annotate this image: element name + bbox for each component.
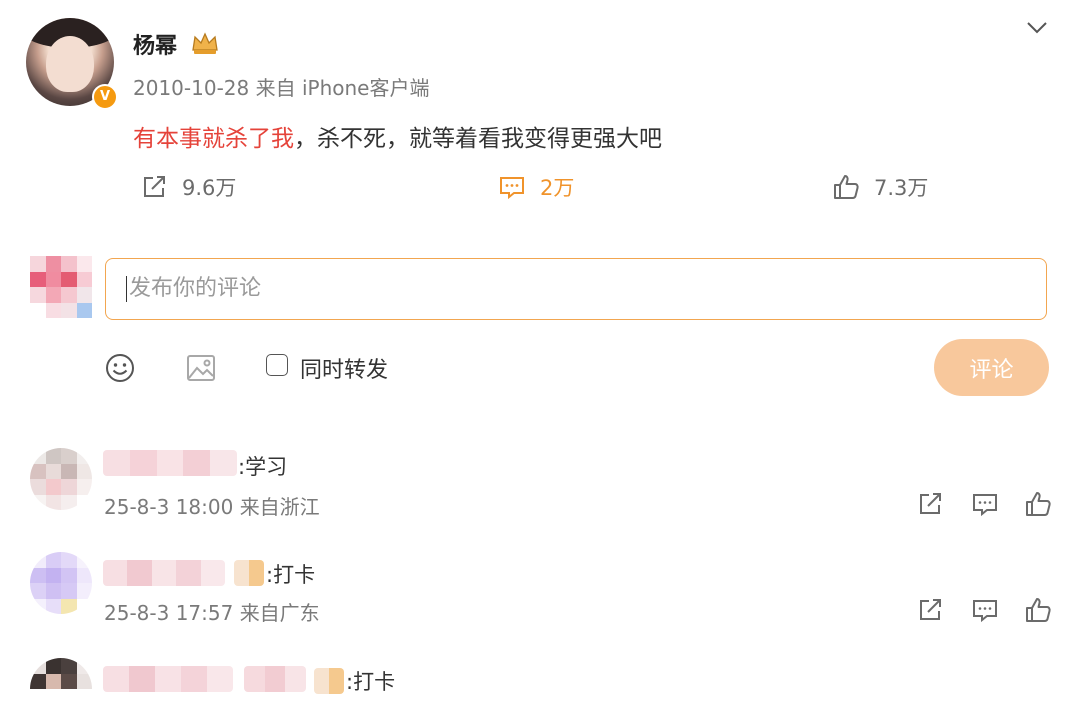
chevron-down-icon[interactable] [1024,14,1050,40]
commenter-badge-blurred [234,560,264,586]
comment-icon[interactable] [971,596,999,624]
thumbs-up-icon[interactable] [1024,490,1052,518]
comment-input-placeholder: 发布你的评论 [129,276,262,301]
also-repost-label[interactable]: 同时转发 [300,352,388,384]
like-button[interactable]: 7.3万 [832,172,928,202]
comment-icon[interactable] [971,490,999,518]
commenter-name-blurred[interactable] [103,560,225,586]
comment-button[interactable]: 2万 [498,172,574,202]
member-crown-icon [192,32,218,54]
commenter-avatar[interactable] [30,552,92,614]
like-count: 7.3万 [874,176,929,200]
comment-text: :打卡 [266,563,316,587]
commenter-name-blurred[interactable] [103,666,233,692]
comment-text: :打卡 [346,670,396,694]
post-source: 来自 iPhone客户端 [255,76,430,100]
post-date: 2010-10-28 [133,76,250,100]
comment-source: 来自广东 [239,601,320,625]
post-text: 有本事就杀了我，杀不死，就等着看我变得更强大吧 [133,119,662,153]
commenter-badge-blurred [314,668,344,694]
verified-badge: V [92,84,118,110]
repost-icon[interactable] [916,490,944,518]
repost-button[interactable]: 9.6万 [140,172,236,202]
repost-icon[interactable] [916,596,944,624]
comment-meta: 25-8-3 17:57 来自广东 [104,597,320,626]
comment-input[interactable]: 发布你的评论 [105,258,1047,320]
post-text-highlight: 有本事就杀了我 [133,126,294,152]
post-text-rest: ，杀不死，就等着看我变得更强大吧 [294,126,662,152]
image-icon[interactable] [185,352,217,384]
post-meta: 2010-10-28 来自 iPhone客户端 [133,72,429,101]
comment-text: :学习 [238,455,288,479]
repost-count: 9.6万 [182,176,237,200]
also-repost-checkbox[interactable] [266,354,288,376]
my-avatar [30,256,92,318]
commenter-name-blurred [244,666,306,692]
thumbs-up-icon [834,175,859,199]
submit-comment-button[interactable]: 评论 [934,339,1049,396]
commenter-avatar[interactable] [30,448,92,510]
comment-date: 25-8-3 18:00 [104,495,234,519]
comment-date: 25-8-3 17:57 [104,601,234,625]
emoji-icon[interactable] [104,352,136,384]
commenter-avatar[interactable] [30,658,92,720]
repost-icon [144,176,165,197]
comment-count: 2万 [540,176,575,200]
thumbs-up-icon[interactable] [1024,596,1052,624]
comment-icon [500,177,524,200]
comment-meta: 25-8-3 18:00 来自浙江 [104,491,320,520]
commenter-name-blurred[interactable] [103,450,237,476]
poster-username[interactable]: 杨幂 [133,28,177,60]
comment-source: 来自浙江 [239,495,320,519]
